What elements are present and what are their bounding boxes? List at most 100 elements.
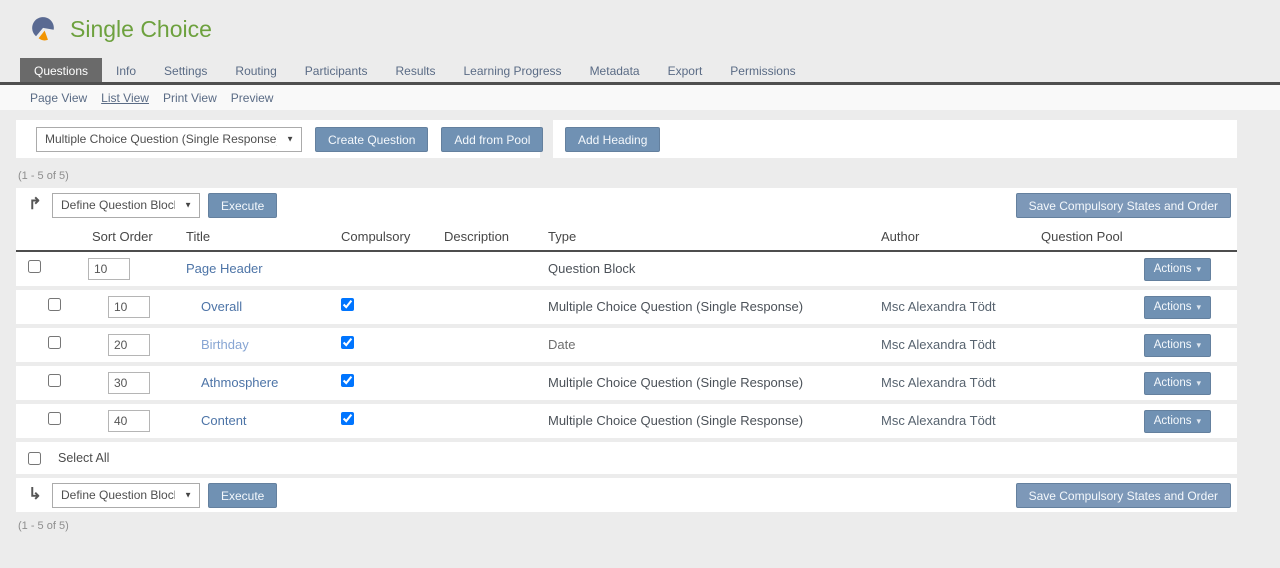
caret-down-icon: ▾ bbox=[1196, 302, 1201, 312]
question-title-link[interactable]: Overall bbox=[201, 299, 242, 314]
table-row: Overall Multiple Choice Question (Single… bbox=[16, 290, 1237, 324]
author-text: Msc Alexandra Tödt bbox=[881, 375, 996, 390]
table-header-row: Sort Order Title Compulsory Description … bbox=[16, 222, 1237, 252]
tab-settings[interactable]: Settings bbox=[150, 58, 221, 82]
question-type-select[interactable]: Multiple Choice Question (Single Respons… bbox=[36, 127, 302, 152]
row-select-checkbox[interactable] bbox=[48, 336, 61, 349]
tab-questions[interactable]: Questions bbox=[20, 58, 102, 82]
add-from-pool-button[interactable]: Add from Pool bbox=[441, 127, 543, 152]
header-author: Author bbox=[865, 229, 1025, 244]
header-sort-order: Sort Order bbox=[62, 229, 170, 244]
save-compulsory-button-top[interactable]: Save Compulsory States and Order bbox=[1016, 193, 1231, 218]
author-text: Msc Alexandra Tödt bbox=[881, 337, 996, 352]
actions-button[interactable]: Actions▾ bbox=[1144, 410, 1211, 433]
author-text: Msc Alexandra Tödt bbox=[881, 413, 996, 428]
subtab-print-view[interactable]: Print View bbox=[163, 91, 217, 105]
tab-export[interactable]: Export bbox=[654, 58, 717, 82]
save-compulsory-button-bottom[interactable]: Save Compulsory States and Order bbox=[1016, 483, 1231, 508]
row-select-checkbox[interactable] bbox=[48, 374, 61, 387]
question-title-link[interactable]: Page Header bbox=[186, 261, 263, 276]
command-select-bottom[interactable]: Define Question Block bbox=[52, 483, 200, 508]
sort-order-input[interactable] bbox=[108, 334, 150, 356]
row-select-checkbox[interactable] bbox=[48, 298, 61, 311]
caret-down-icon: ▾ bbox=[1196, 378, 1201, 388]
command-select-bottom-wrap: Define Question Block ▼ bbox=[52, 483, 200, 508]
actions-button[interactable]: Actions▾ bbox=[1144, 296, 1211, 319]
question-type-text: Multiple Choice Question (Single Respons… bbox=[548, 375, 803, 390]
compulsory-checkbox[interactable] bbox=[341, 412, 354, 425]
header-question-pool: Question Pool bbox=[1025, 229, 1155, 244]
arrow-up-right-icon: ↱ bbox=[26, 197, 44, 213]
arrow-down-right-icon: ↳ bbox=[26, 487, 44, 503]
compulsory-checkbox[interactable] bbox=[341, 374, 354, 387]
question-title-link[interactable]: Athmosphere bbox=[201, 375, 278, 390]
question-title-link[interactable]: Birthday bbox=[201, 337, 249, 352]
pagination-range-bottom: (1 - 5 of 5) bbox=[18, 520, 1280, 532]
toolbar: Multiple Choice Question (Single Respons… bbox=[16, 120, 1237, 158]
command-group-top: ↱ Define Question Block ▼ Execute bbox=[16, 193, 1016, 218]
actions-button[interactable]: Actions▾ bbox=[1144, 334, 1211, 357]
question-type-text: Multiple Choice Question (Single Respons… bbox=[548, 299, 803, 314]
table-row: Content Multiple Choice Question (Single… bbox=[16, 404, 1237, 438]
caret-down-icon: ▾ bbox=[1196, 416, 1201, 426]
toolbar-create-group: Multiple Choice Question (Single Respons… bbox=[16, 120, 540, 158]
table-row: Athmosphere Multiple Choice Question (Si… bbox=[16, 366, 1237, 400]
execute-button-bottom[interactable]: Execute bbox=[208, 483, 277, 508]
create-question-button[interactable]: Create Question bbox=[315, 127, 428, 152]
subtab-list-view[interactable]: List View bbox=[101, 91, 149, 105]
survey-question-list-page: { "app": { "title": "Single Choice" }, "… bbox=[0, 0, 1280, 568]
header-type: Type bbox=[532, 229, 865, 244]
header-title: Title bbox=[170, 229, 325, 244]
header-compulsory: Compulsory bbox=[325, 229, 428, 244]
tab-permissions[interactable]: Permissions bbox=[716, 58, 809, 82]
pagination-range-top: (1 - 5 of 5) bbox=[18, 170, 1280, 182]
command-select-top-wrap: Define Question Block ▼ bbox=[52, 193, 200, 218]
tab-learning-progress[interactable]: Learning Progress bbox=[450, 58, 576, 82]
subtab-page-view[interactable]: Page View bbox=[30, 91, 87, 105]
compulsory-checkbox[interactable] bbox=[341, 298, 354, 311]
question-title-link[interactable]: Content bbox=[201, 413, 247, 428]
question-type-text: Question Block bbox=[548, 261, 635, 276]
tab-routing[interactable]: Routing bbox=[221, 58, 290, 82]
sort-order-input[interactable] bbox=[108, 372, 150, 394]
command-group-bottom: ↳ Define Question Block ▼ Execute bbox=[16, 483, 1016, 508]
header-description: Description bbox=[428, 229, 532, 244]
sort-order-input[interactable] bbox=[88, 258, 130, 280]
command-panel-bottom: ↳ Define Question Block ▼ Execute Save C… bbox=[16, 478, 1237, 512]
tab-participants[interactable]: Participants bbox=[291, 58, 382, 82]
actions-button[interactable]: Actions▾ bbox=[1144, 372, 1211, 395]
tab-results[interactable]: Results bbox=[381, 58, 449, 82]
caret-down-icon: ▾ bbox=[1196, 264, 1201, 274]
tab-bar: QuestionsInfoSettingsRoutingParticipants… bbox=[0, 58, 1280, 85]
select-all-row: Select All bbox=[16, 442, 1237, 474]
table-row: Birthday Date Msc Alexandra Tödt Actions… bbox=[16, 328, 1237, 362]
command-panel-top: ↱ Define Question Block ▼ Execute Save C… bbox=[16, 188, 1237, 222]
subtab-bar: Page View List View Print View Preview bbox=[0, 85, 1280, 110]
survey-pie-chart-icon bbox=[30, 16, 56, 42]
table-row: Page Header Question Block Actions▾ bbox=[16, 252, 1237, 286]
caret-down-icon: ▾ bbox=[1196, 340, 1201, 350]
select-all-checkbox[interactable] bbox=[28, 452, 41, 465]
author-text: Msc Alexandra Tödt bbox=[881, 299, 996, 314]
question-type-select-wrap: Multiple Choice Question (Single Respons… bbox=[36, 127, 302, 152]
question-table: Sort Order Title Compulsory Description … bbox=[16, 222, 1237, 474]
question-type-text: Date bbox=[548, 337, 575, 352]
page-title: Single Choice bbox=[70, 16, 212, 43]
row-select-checkbox[interactable] bbox=[28, 260, 41, 273]
execute-button-top[interactable]: Execute bbox=[208, 193, 277, 218]
question-type-text: Multiple Choice Question (Single Respons… bbox=[548, 413, 803, 428]
title-bar: Single Choice bbox=[0, 0, 1280, 58]
sort-order-input[interactable] bbox=[108, 410, 150, 432]
table-body: Page Header Question Block Actions▾ Over… bbox=[16, 252, 1237, 438]
tab-metadata[interactable]: Metadata bbox=[576, 58, 654, 82]
tab-info[interactable]: Info bbox=[102, 58, 150, 82]
compulsory-checkbox[interactable] bbox=[341, 336, 354, 349]
add-heading-button[interactable]: Add Heading bbox=[565, 127, 660, 152]
command-select-top[interactable]: Define Question Block bbox=[52, 193, 200, 218]
row-select-checkbox[interactable] bbox=[48, 412, 61, 425]
select-all-label: Select All bbox=[58, 451, 109, 465]
subtab-preview[interactable]: Preview bbox=[231, 91, 274, 105]
toolbar-heading-group: Add Heading bbox=[553, 120, 1237, 158]
actions-button[interactable]: Actions▾ bbox=[1144, 258, 1211, 281]
sort-order-input[interactable] bbox=[108, 296, 150, 318]
